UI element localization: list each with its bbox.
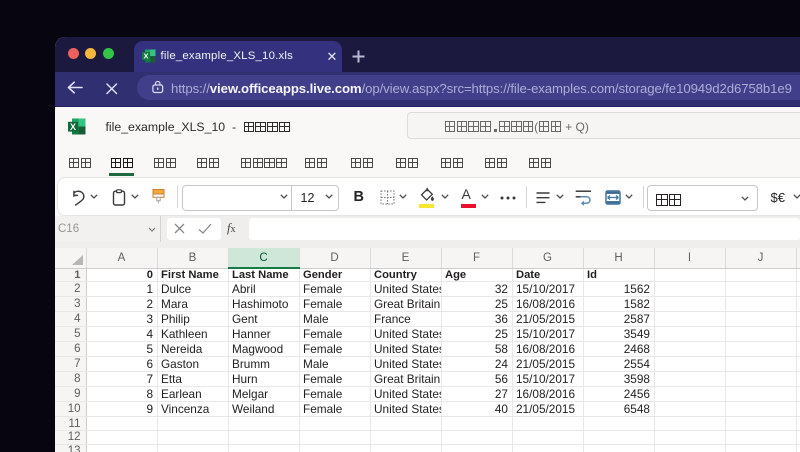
svg-text:X: X — [143, 51, 148, 60]
svg-text:X: X — [70, 122, 76, 132]
